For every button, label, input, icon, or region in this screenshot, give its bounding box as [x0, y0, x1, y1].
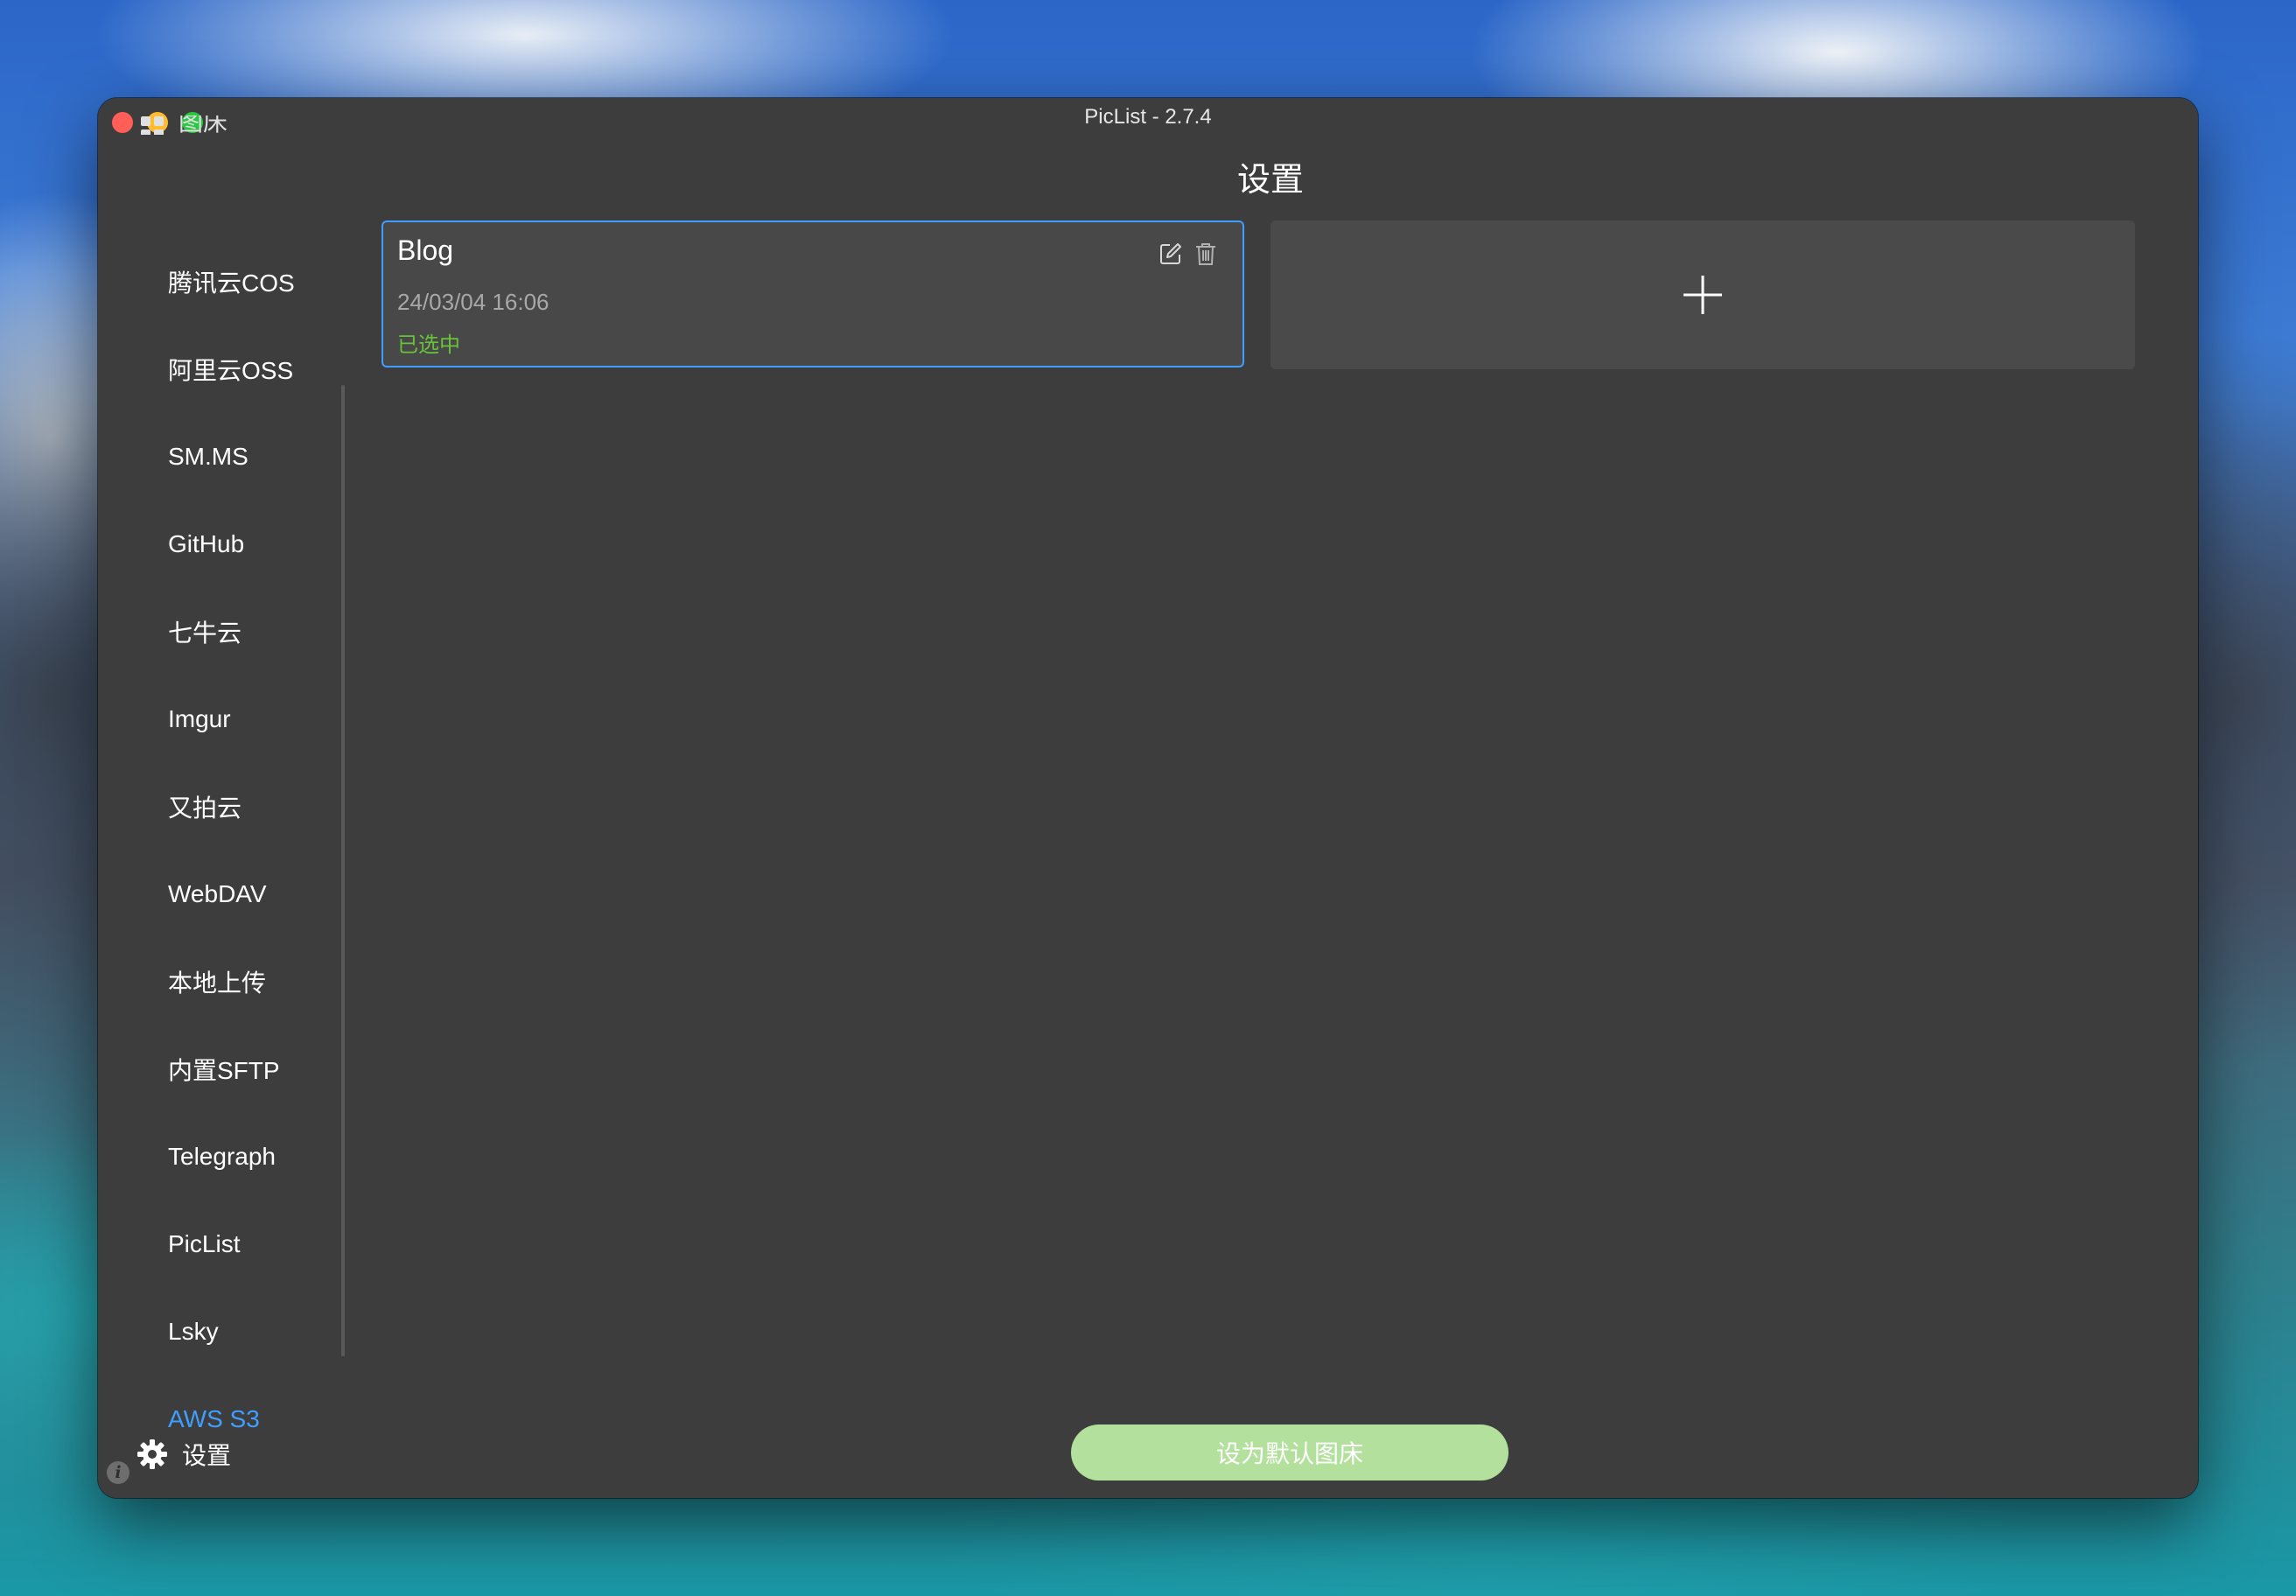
sidebar-item-smms[interactable]: SM.MS [98, 413, 343, 500]
plus-icon [1684, 276, 1722, 314]
sidebar-item-label: Imgur [168, 705, 231, 732]
sidebar-item-picbed-partial[interactable]: 图床 [140, 116, 228, 135]
sidebar-item-piclist[interactable]: PicList [98, 1200, 343, 1288]
page-title: 设置 [1236, 162, 1304, 199]
sidebar-item-label: Lsky [168, 1318, 219, 1345]
grid-icon [141, 116, 164, 135]
sidebar-item-label: 腾讯云COS [168, 270, 295, 297]
sidebar-item-upyun[interactable]: 又拍云 [98, 763, 343, 850]
sidebar-item-lsky[interactable]: Lsky [98, 1288, 343, 1376]
edit-icon[interactable] [1158, 242, 1183, 266]
sidebar-item-label: AWS S3 [168, 1405, 260, 1432]
sidebar-item-aliyun-oss[interactable]: 阿里云OSS [98, 326, 343, 413]
config-name: Blog [397, 234, 454, 266]
gear-icon [137, 1439, 167, 1469]
settings-nav-button[interactable]: 设置 [136, 1435, 231, 1474]
sidebar-item-imgur[interactable]: Imgur [98, 676, 343, 763]
config-card-blog[interactable]: Blog 24/03/04 16:06 已选中 [382, 220, 1244, 368]
sidebar-item-label: GitHub [168, 530, 245, 557]
selected-status-label: 已选中 [397, 333, 460, 357]
sidebar-item-label: PicList [168, 1230, 241, 1257]
sidebar-item-label: 阿里云OSS [168, 357, 294, 384]
sidebar-item-label: WebDAV [168, 880, 267, 907]
config-date: 24/03/04 16:06 [397, 289, 550, 315]
sidebar-item-builtin-sftp[interactable]: 内置SFTP [98, 1026, 343, 1113]
sidebar-item-label: 本地上传 [168, 970, 267, 997]
sidebar-item-label: SM.MS [168, 443, 248, 470]
window-title: PicList - 2.7.4 [1084, 105, 1212, 129]
sidebar-item-picbed-label: 图床 [178, 116, 228, 135]
sidebar-item-telegraph[interactable]: Telegraph [98, 1113, 343, 1200]
sidebar-item-tencent-cos[interactable]: 腾讯云COS [98, 238, 343, 326]
trash-icon[interactable] [1194, 242, 1218, 266]
sidebar-item-label: 七牛云 [168, 620, 242, 647]
info-icon[interactable]: i [107, 1461, 130, 1484]
sidebar-item-label: 又拍云 [168, 794, 242, 822]
sidebar-item-webdav[interactable]: WebDAV [98, 850, 343, 938]
set-default-picbed-button[interactable]: 设为默认图床 [1071, 1424, 1508, 1480]
sidebar-scrollbar[interactable] [341, 385, 345, 1356]
sidebar-item-local-upload[interactable]: 本地上传 [98, 938, 343, 1026]
sidebar-item-label: 内置SFTP [168, 1057, 280, 1084]
sidebar-item-label: Telegraph [168, 1143, 276, 1170]
sidebar-item-qiniu[interactable]: 七牛云 [98, 588, 343, 676]
app-window: PicList - 2.7.4 图床 腾讯云COS 阿里云OSS SM.MS G… [98, 98, 2198, 1498]
settings-nav-label: 设置 [182, 1442, 232, 1469]
sidebar-item-github[interactable]: GitHub [98, 500, 343, 588]
add-config-button[interactable] [1270, 220, 2135, 369]
title-bar: PicList - 2.7.4 [98, 98, 2198, 142]
